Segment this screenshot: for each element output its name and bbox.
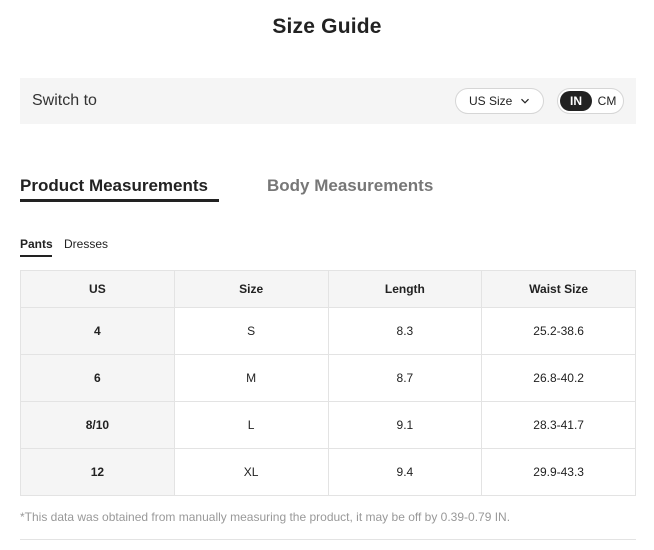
table-header-row: US Size Length Waist Size [20,270,636,308]
table-cell-size: L [173,401,329,449]
tab-product-measurements[interactable]: Product Measurements [20,176,208,196]
unit-option-cm[interactable]: CM [593,91,621,111]
table-cell-us: 8/10 [20,401,175,449]
tab-body-measurements[interactable]: Body Measurements [267,176,433,196]
table-cell-us: 6 [20,354,175,402]
measurement-footnote: *This data was obtained from manually me… [20,510,511,524]
switch-label: Switch to [32,92,97,109]
page-title: Size Guide [272,15,382,38]
table-cell-length: 8.3 [327,307,483,355]
size-system-value: US Size [469,94,513,108]
active-subtab-indicator [20,255,52,257]
divider [20,539,636,540]
chevron-down-icon [521,98,529,104]
table-cell-length: 9.4 [327,448,483,496]
unit-toggle: IN CM [557,88,624,114]
table-cell-us: 12 [20,448,175,496]
size-system-select[interactable]: US Size [455,88,544,114]
unit-switch-bar: Switch to US Size IN CM [20,78,636,124]
active-tab-indicator [20,199,219,202]
subtab-dresses[interactable]: Dresses [64,237,108,251]
column-header-length: Length [327,270,483,308]
table-row: 4 S 8.3 25.2-38.6 [20,307,636,355]
subtab-pants[interactable]: Pants [20,237,53,251]
table-row: 8/10 L 9.1 28.3-41.7 [20,401,636,449]
unit-option-in[interactable]: IN [560,91,592,111]
table-cell-size: M [173,354,329,402]
table-cell-waist: 26.8-40.2 [481,354,636,402]
table-cell-waist: 29.9-43.3 [481,448,636,496]
table-row: 6 M 8.7 26.8-40.2 [20,354,636,402]
size-table: US Size Length Waist Size 4 S 8.3 25.2-3… [20,270,636,496]
table-cell-size: S [173,307,329,355]
table-cell-length: 9.1 [327,401,483,449]
table-cell-us: 4 [20,307,175,355]
column-header-us: US [20,270,175,308]
table-cell-size: XL [173,448,329,496]
table-cell-waist: 28.3-41.7 [481,401,636,449]
column-header-size: Size [173,270,329,308]
column-header-waist-size: Waist Size [481,270,636,308]
table-cell-length: 8.7 [327,354,483,402]
table-cell-waist: 25.2-38.6 [481,307,636,355]
table-row: 12 XL 9.4 29.9-43.3 [20,448,636,496]
